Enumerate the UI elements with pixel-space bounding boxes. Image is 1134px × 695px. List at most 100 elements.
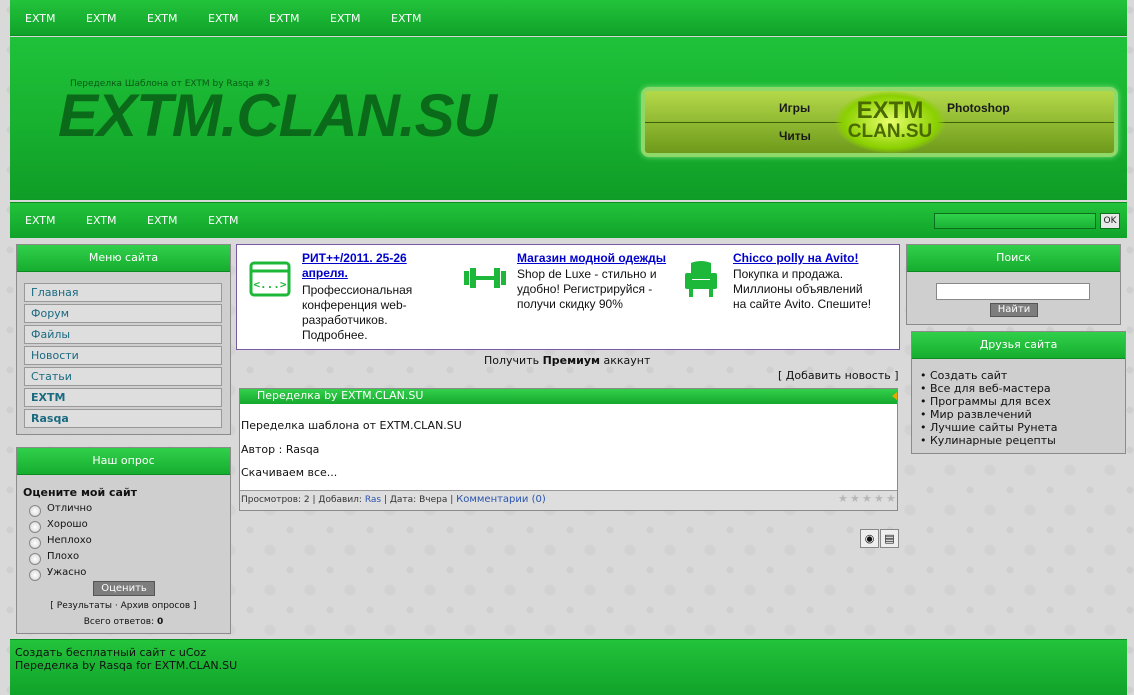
sub-nav: EXTM EXTM EXTM EXTM OK — [10, 202, 1127, 238]
poll-total-value: 0 — [157, 617, 164, 627]
poll-total: Всего ответов: 0 — [17, 617, 230, 627]
friend-link[interactable]: • Кулинарные рецепты — [920, 434, 1056, 447]
news-meta: Просмотров: 2 | Добавил: Ras | Дата: Вче… — [241, 494, 546, 505]
friend-link-text: Лучшие сайты Рунета — [930, 421, 1058, 434]
friend-link-text: Кулинарные рецепты — [930, 434, 1056, 447]
ad-text-shop: Shop de Luxe - стильно и удобно! Регистр… — [517, 267, 657, 311]
armchair-icon — [685, 261, 717, 297]
search-button[interactable]: Найти — [990, 303, 1038, 317]
sub-nav-item[interactable]: EXTM — [147, 214, 178, 227]
sub-nav-item[interactable]: EXTM — [208, 214, 239, 227]
news-comments-link[interactable]: Комментарии (0) — [456, 494, 546, 505]
menu-item-extm[interactable]: EXTM — [24, 388, 222, 407]
ad-link-shop[interactable]: Магазин модной одежды — [517, 251, 677, 266]
poll-option-label: Неплохо — [47, 535, 92, 546]
friend-link[interactable]: • Лучшие сайты Рунета — [920, 421, 1058, 434]
footer-credit: Переделка by Rasqa for EXTM.CLAN.SU — [15, 659, 238, 672]
rating-star-icon[interactable]: ★ — [886, 492, 896, 505]
news-date: Вчера — [419, 495, 448, 505]
friend-link[interactable]: • Создать сайт — [920, 369, 1007, 382]
poll-option-label: Плохо — [47, 551, 80, 562]
footer-ucoz-link[interactable]: Создать бесплатный сайт с uCoz — [15, 646, 206, 659]
news-entry: Переделка by EXTM.CLAN.SU Переделка шабл… — [239, 388, 898, 511]
rating-star-icon[interactable]: ★ — [874, 492, 884, 505]
site-title[interactable]: EXTM.CLAN.SU — [58, 81, 497, 150]
rating-star-icon[interactable]: ★ — [850, 492, 860, 505]
news-line: Переделка шаблона от EXTM.CLAN.SU — [241, 419, 462, 432]
sub-nav-item[interactable]: EXTM — [86, 214, 117, 227]
menu-item-forum[interactable]: Форум — [24, 304, 222, 323]
friend-link-text: Все для веб-мастера — [930, 382, 1051, 395]
news-author-link[interactable]: Ras — [365, 495, 381, 505]
poll-option-label: Хорошо — [47, 519, 88, 530]
poll-radio[interactable] — [29, 521, 41, 533]
news-line: Автор : Rasqa — [241, 443, 320, 456]
premium-bold: Премиум — [542, 354, 600, 367]
extm-logo[interactable]: EXTM CLAN.SU — [835, 91, 945, 153]
menu-item-rasqa[interactable]: Rasqa — [24, 409, 222, 428]
eye-icon[interactable]: ◉ — [860, 529, 879, 548]
search-title: Поиск — [907, 245, 1120, 272]
logo-text-top: EXTM — [856, 97, 924, 124]
banner-link-cheats[interactable]: Читы — [779, 129, 811, 143]
poll-results-link[interactable]: [ Результаты · Архив опросов ] — [17, 601, 230, 611]
search-input[interactable] — [936, 283, 1090, 300]
page: EXTM EXTM EXTM EXTM EXTM EXTM EXTM EXTM.… — [10, 0, 1127, 695]
header-search-input[interactable] — [934, 213, 1096, 229]
top-nav-item[interactable]: EXTM — [86, 12, 117, 25]
ad-link-rit[interactable]: РИТ++/2011. 25-26 апреля. — [302, 251, 422, 281]
poll-total-label: Всего ответов: — [83, 617, 155, 627]
news-line: Скачиваем все... — [241, 466, 338, 479]
document-icon[interactable]: ▤ — [880, 529, 899, 548]
menu-item-news[interactable]: Новости — [24, 346, 222, 365]
news-arrow-icon — [892, 392, 897, 400]
top-nav: EXTM EXTM EXTM EXTM EXTM EXTM EXTM — [10, 0, 1127, 36]
top-nav-item[interactable]: EXTM — [25, 12, 56, 25]
top-nav-item[interactable]: EXTM — [330, 12, 361, 25]
top-nav-item[interactable]: EXTM — [269, 12, 300, 25]
banner-link-games[interactable]: Игры — [779, 101, 810, 115]
news-title[interactable]: Переделка by EXTM.CLAN.SU — [240, 389, 897, 404]
friend-link[interactable]: • Все для веб-мастера — [920, 382, 1051, 395]
rating-star-icon[interactable]: ★ — [862, 492, 872, 505]
poll-vote-button[interactable]: Оценить — [93, 581, 155, 596]
poll-radio[interactable] — [29, 505, 41, 517]
friends-block: Друзья сайта • Создать сайт • Все для ве… — [911, 331, 1126, 454]
sub-nav-item[interactable]: EXTM — [25, 214, 56, 227]
news-views: 2 — [303, 495, 310, 505]
news-body: Переделка шаблона от EXTM.CLAN.SU Автор … — [240, 404, 897, 491]
poll-question: Оцените мой сайт — [23, 486, 138, 499]
ad-link-avito[interactable]: Chicco polly на Avito! — [733, 251, 898, 266]
menu-item-home[interactable]: Главная — [24, 283, 222, 302]
top-nav-item[interactable]: EXTM — [208, 12, 239, 25]
site-subtitle: Переделка Шаблона от EXTM by Rasqa #3 — [70, 79, 271, 89]
banner-link-photoshop[interactable]: Photoshop — [947, 101, 1010, 115]
top-nav-item[interactable]: EXTM — [391, 12, 422, 25]
friend-link-text: Создать сайт — [930, 369, 1008, 382]
add-news-link[interactable]: [ Добавить новость ] — [778, 369, 899, 382]
top-nav-item[interactable]: EXTM — [147, 12, 178, 25]
search-block: Поиск Найти — [906, 244, 1121, 325]
svg-text:<...>: <...> — [253, 278, 286, 291]
header-search-button[interactable]: OK — [1100, 213, 1120, 229]
menu-item-files[interactable]: Файлы — [24, 325, 222, 344]
header-banner: Игры Читы Photoshop EXTM CLAN.SU — [641, 87, 1118, 157]
news-views-label: Просмотров: — [241, 495, 302, 505]
ads-box: <...> РИТ++/2011. 25-26 апреля. Професси… — [236, 244, 900, 350]
menu-item-articles[interactable]: Статьи — [24, 367, 222, 386]
code-window-icon: <...> — [249, 261, 291, 297]
news-date-label: Дата: — [389, 495, 417, 505]
poll-radio[interactable] — [29, 537, 41, 549]
friend-link[interactable]: • Мир развлечений — [920, 408, 1032, 421]
ad-text-avito: Покупка и продажа. Миллионы объявлений н… — [733, 267, 872, 311]
logo-text-bottom: CLAN.SU — [847, 121, 933, 142]
banner-inner: Игры Читы Photoshop EXTM CLAN.SU — [645, 91, 1114, 153]
poll-radio[interactable] — [29, 553, 41, 565]
premium-prefix: Получить — [484, 354, 540, 367]
premium-suffix: аккаунт — [603, 354, 651, 367]
poll-radio[interactable] — [29, 569, 41, 581]
rating-star-icon[interactable]: ★ — [838, 492, 848, 505]
friend-link[interactable]: • Программы для всех — [920, 395, 1051, 408]
premium-link[interactable]: Получить Премиум аккаунт — [484, 354, 650, 367]
friends-title: Друзья сайта — [912, 332, 1125, 359]
